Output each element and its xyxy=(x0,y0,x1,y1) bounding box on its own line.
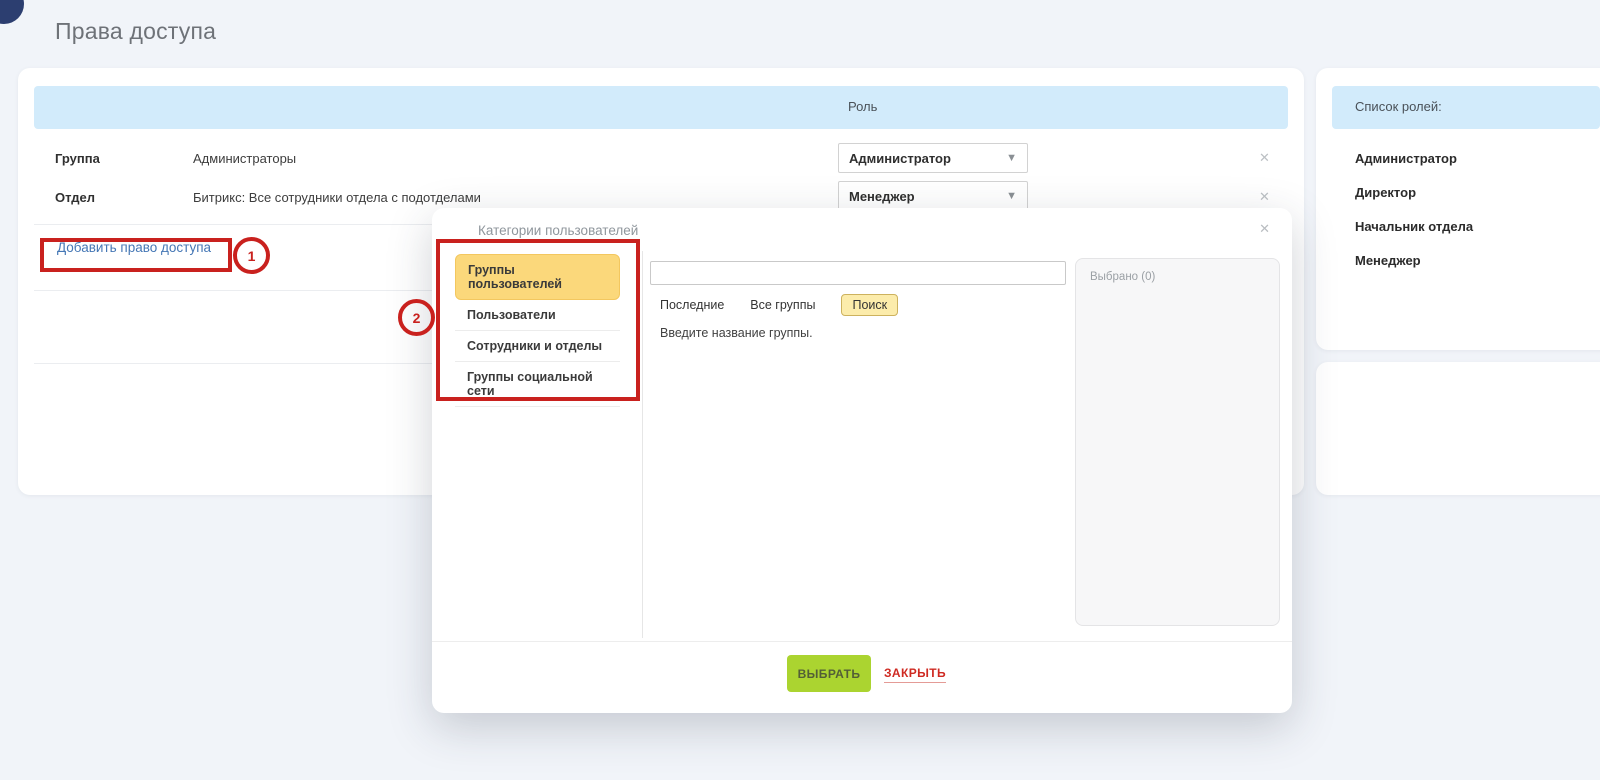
role-select-value: Менеджер xyxy=(849,189,915,204)
tab-all-groups[interactable]: Все группы xyxy=(750,298,815,312)
row-subject-value: Битрикс: Все сотрудники отдела с подотде… xyxy=(193,190,481,205)
dialog-close-icon[interactable]: ✕ xyxy=(1259,222,1270,235)
selected-count-label: Выбрано (0) xyxy=(1090,271,1265,283)
role-select[interactable]: Менеджер ▼ xyxy=(838,181,1028,211)
annotation-number-2: 2 xyxy=(398,299,435,336)
divider xyxy=(642,251,643,638)
search-hint: Введите название группы. xyxy=(660,326,813,340)
annotation-number-2-label: 2 xyxy=(413,310,421,326)
role-select[interactable]: Администратор ▼ xyxy=(838,143,1028,173)
roles-header-label: Список ролей: xyxy=(1355,99,1442,114)
close-button[interactable]: ЗАКРЫТЬ xyxy=(884,666,946,683)
remove-row-icon[interactable]: ✕ xyxy=(1259,151,1270,164)
role-column-header: Роль xyxy=(848,99,877,114)
corner-decoration xyxy=(0,0,24,24)
secondary-panel xyxy=(1316,362,1600,495)
annotation-box-step2 xyxy=(436,239,640,401)
chevron-down-icon: ▼ xyxy=(1006,152,1017,164)
row-type-label: Отдел xyxy=(55,190,95,205)
remove-row-icon[interactable]: ✕ xyxy=(1259,190,1270,203)
role-select-value: Администратор xyxy=(849,151,951,166)
annotation-number-1-label: 1 xyxy=(248,248,256,264)
group-search-input[interactable] xyxy=(650,261,1066,285)
dialog-title: Категории пользователей xyxy=(478,223,638,238)
role-list-item[interactable]: Директор xyxy=(1355,185,1416,200)
divider xyxy=(432,641,1292,642)
roles-header-bar: Список ролей: xyxy=(1332,86,1600,129)
chevron-down-icon: ▼ xyxy=(1006,190,1017,202)
tab-recent[interactable]: Последние xyxy=(660,298,724,312)
page-title: Права доступа xyxy=(55,18,216,45)
select-button[interactable]: ВЫБРАТЬ xyxy=(787,655,871,692)
role-list-item[interactable]: Администратор xyxy=(1355,151,1457,166)
role-list-item[interactable]: Менеджер xyxy=(1355,253,1421,268)
tab-search[interactable]: Поиск xyxy=(841,294,898,316)
annotation-number-1: 1 xyxy=(233,237,270,274)
roles-list-panel: Список ролей: Администратор Директор Нач… xyxy=(1316,68,1600,350)
row-type-label: Группа xyxy=(55,151,100,166)
table-header-bar: Роль xyxy=(34,86,1288,129)
selected-items-panel: Выбрано (0) xyxy=(1075,258,1280,626)
annotation-box-step1 xyxy=(40,238,232,272)
row-subject-value: Администраторы xyxy=(193,151,296,166)
role-list-item[interactable]: Начальник отдела xyxy=(1355,219,1473,234)
search-tabs: Последние Все группы Поиск xyxy=(660,294,898,316)
